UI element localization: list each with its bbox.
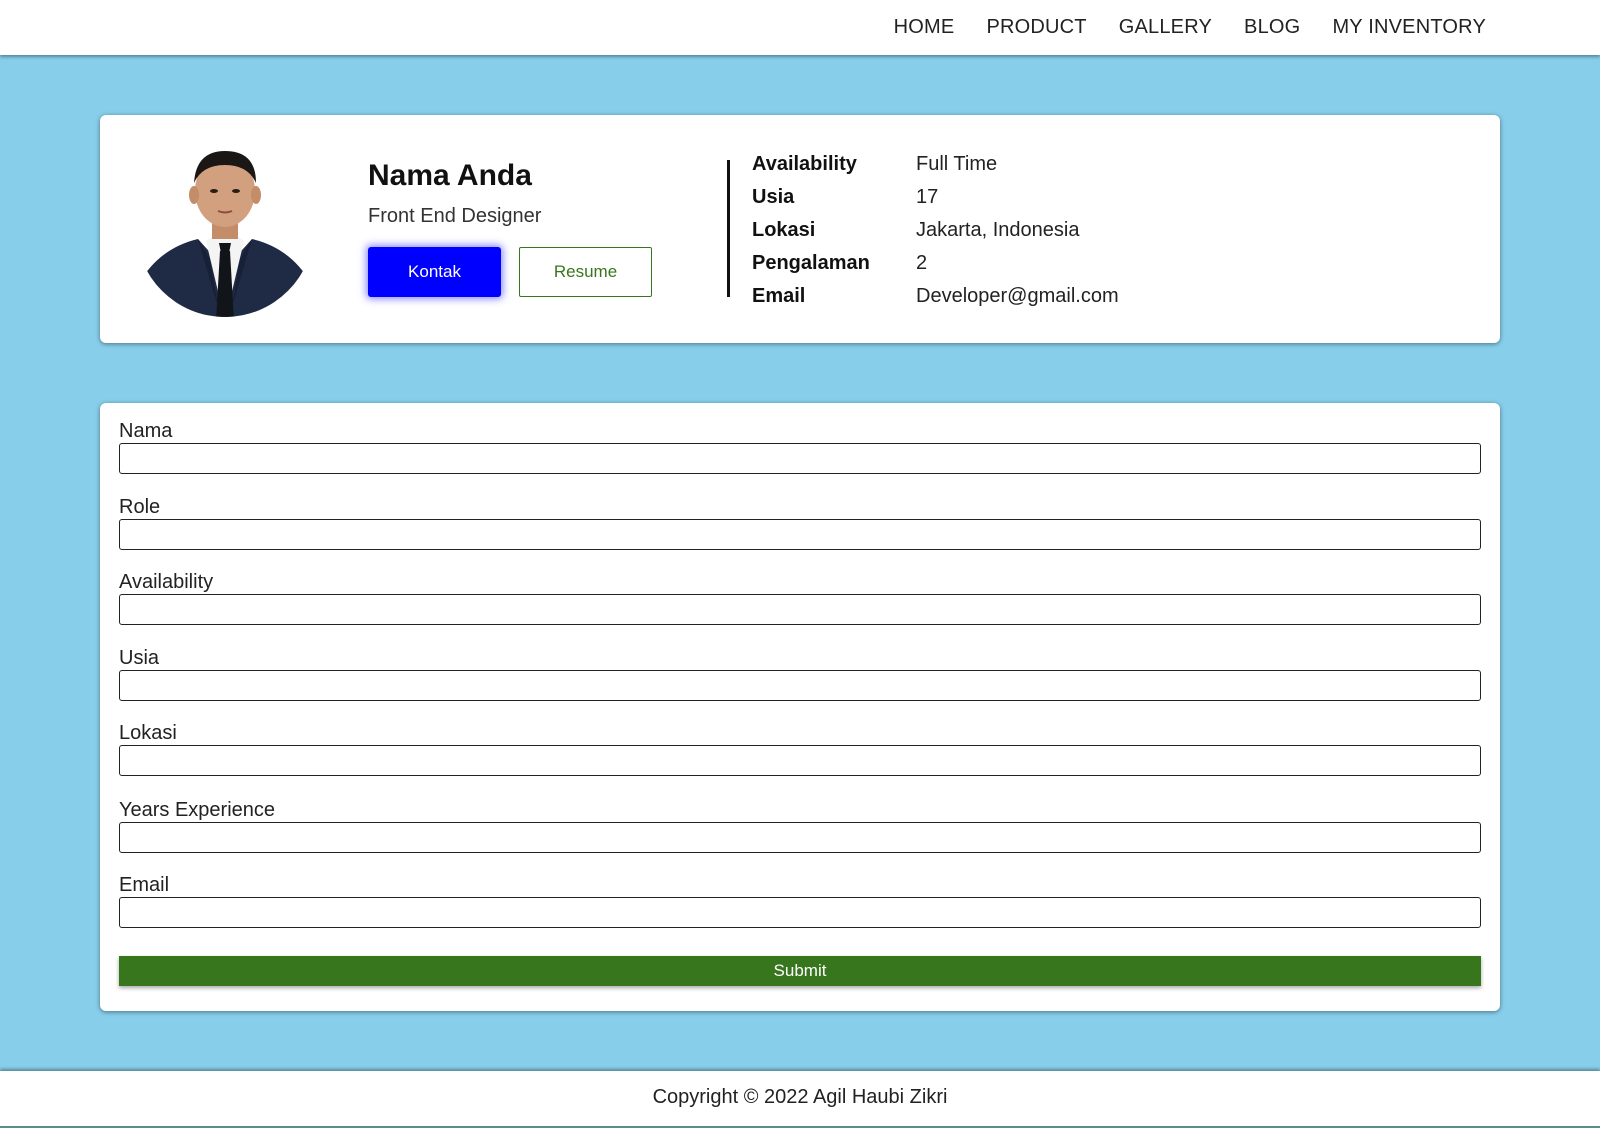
years-experience-label: Years Experience bbox=[119, 799, 276, 821]
field-email: Email bbox=[119, 874, 1481, 928]
info-value: Full Time bbox=[916, 153, 998, 175]
info-key: Lokasi bbox=[752, 219, 816, 241]
field-years-experience: Years Experience bbox=[119, 799, 1481, 853]
profile-photo bbox=[136, 139, 314, 317]
main-content: Nama Anda Front End Designer Kontak Resu… bbox=[0, 55, 1600, 1071]
page-footer: Copyright © 2022 Agil Haubi Zikri bbox=[0, 1071, 1600, 1128]
role-input[interactable] bbox=[119, 519, 1481, 550]
info-row-availability: Availability Full Time bbox=[752, 148, 1119, 181]
info-row-email: Email Developer@gmail.com bbox=[752, 280, 1119, 313]
kontak-button[interactable]: Kontak bbox=[368, 247, 501, 297]
field-usia: Usia bbox=[119, 647, 1481, 701]
info-value: 2 bbox=[916, 252, 928, 274]
info-value: 17 bbox=[916, 186, 939, 208]
profile-name: Nama Anda bbox=[368, 159, 532, 192]
email-input[interactable] bbox=[119, 897, 1481, 928]
top-navbar: HOME PRODUCT GALLERY BLOG MY INVENTORY bbox=[0, 0, 1600, 55]
resume-button[interactable]: Resume bbox=[519, 247, 652, 297]
usia-input[interactable] bbox=[119, 670, 1481, 701]
availability-input[interactable] bbox=[119, 594, 1481, 625]
profile-card: Nama Anda Front End Designer Kontak Resu… bbox=[100, 115, 1500, 343]
years-experience-input[interactable] bbox=[119, 822, 1481, 853]
profile-info-table: Availability Full Time Usia 17 Lokasi Ja… bbox=[752, 148, 1119, 313]
info-value: Developer@gmail.com bbox=[916, 285, 1119, 307]
field-role: Role bbox=[119, 496, 1481, 550]
submit-button[interactable]: Submit bbox=[119, 956, 1481, 986]
info-key: Usia bbox=[752, 186, 795, 208]
lokasi-label: Lokasi bbox=[119, 722, 177, 744]
nav-my-inventory-link[interactable]: MY INVENTORY bbox=[1332, 16, 1486, 38]
availability-label: Availability bbox=[119, 571, 214, 593]
profile-form: Nama Role Availability Usia Lokasi Years… bbox=[100, 403, 1500, 1011]
nama-input[interactable] bbox=[119, 443, 1481, 474]
role-label: Role bbox=[119, 496, 161, 518]
field-lokasi: Lokasi bbox=[119, 722, 1481, 776]
email-label: Email bbox=[119, 874, 170, 896]
info-key: Pengalaman bbox=[752, 252, 870, 274]
nav-home-link[interactable]: HOME bbox=[894, 16, 955, 38]
copyright-text: Copyright © 2022 Agil Haubi Zikri bbox=[652, 1086, 948, 1108]
profile-divider bbox=[727, 160, 730, 297]
nav-menu: HOME PRODUCT GALLERY BLOG MY INVENTORY bbox=[894, 0, 1486, 55]
nav-gallery-link[interactable]: GALLERY bbox=[1119, 16, 1212, 38]
nama-label: Nama bbox=[119, 420, 173, 442]
nav-product-link[interactable]: PRODUCT bbox=[986, 16, 1086, 38]
field-availability: Availability bbox=[119, 571, 1481, 625]
info-row-pengalaman: Pengalaman 2 bbox=[752, 247, 1119, 280]
info-row-usia: Usia 17 bbox=[752, 181, 1119, 214]
info-value: Jakarta, Indonesia bbox=[916, 219, 1080, 241]
info-row-lokasi: Lokasi Jakarta, Indonesia bbox=[752, 214, 1119, 247]
usia-label: Usia bbox=[119, 647, 160, 669]
profile-role: Front End Designer bbox=[368, 205, 542, 227]
lokasi-input[interactable] bbox=[119, 745, 1481, 776]
field-nama: Nama bbox=[119, 420, 1481, 474]
info-key: Email bbox=[752, 285, 806, 307]
nav-blog-link[interactable]: BLOG bbox=[1244, 16, 1300, 38]
info-key: Availability bbox=[752, 153, 857, 175]
